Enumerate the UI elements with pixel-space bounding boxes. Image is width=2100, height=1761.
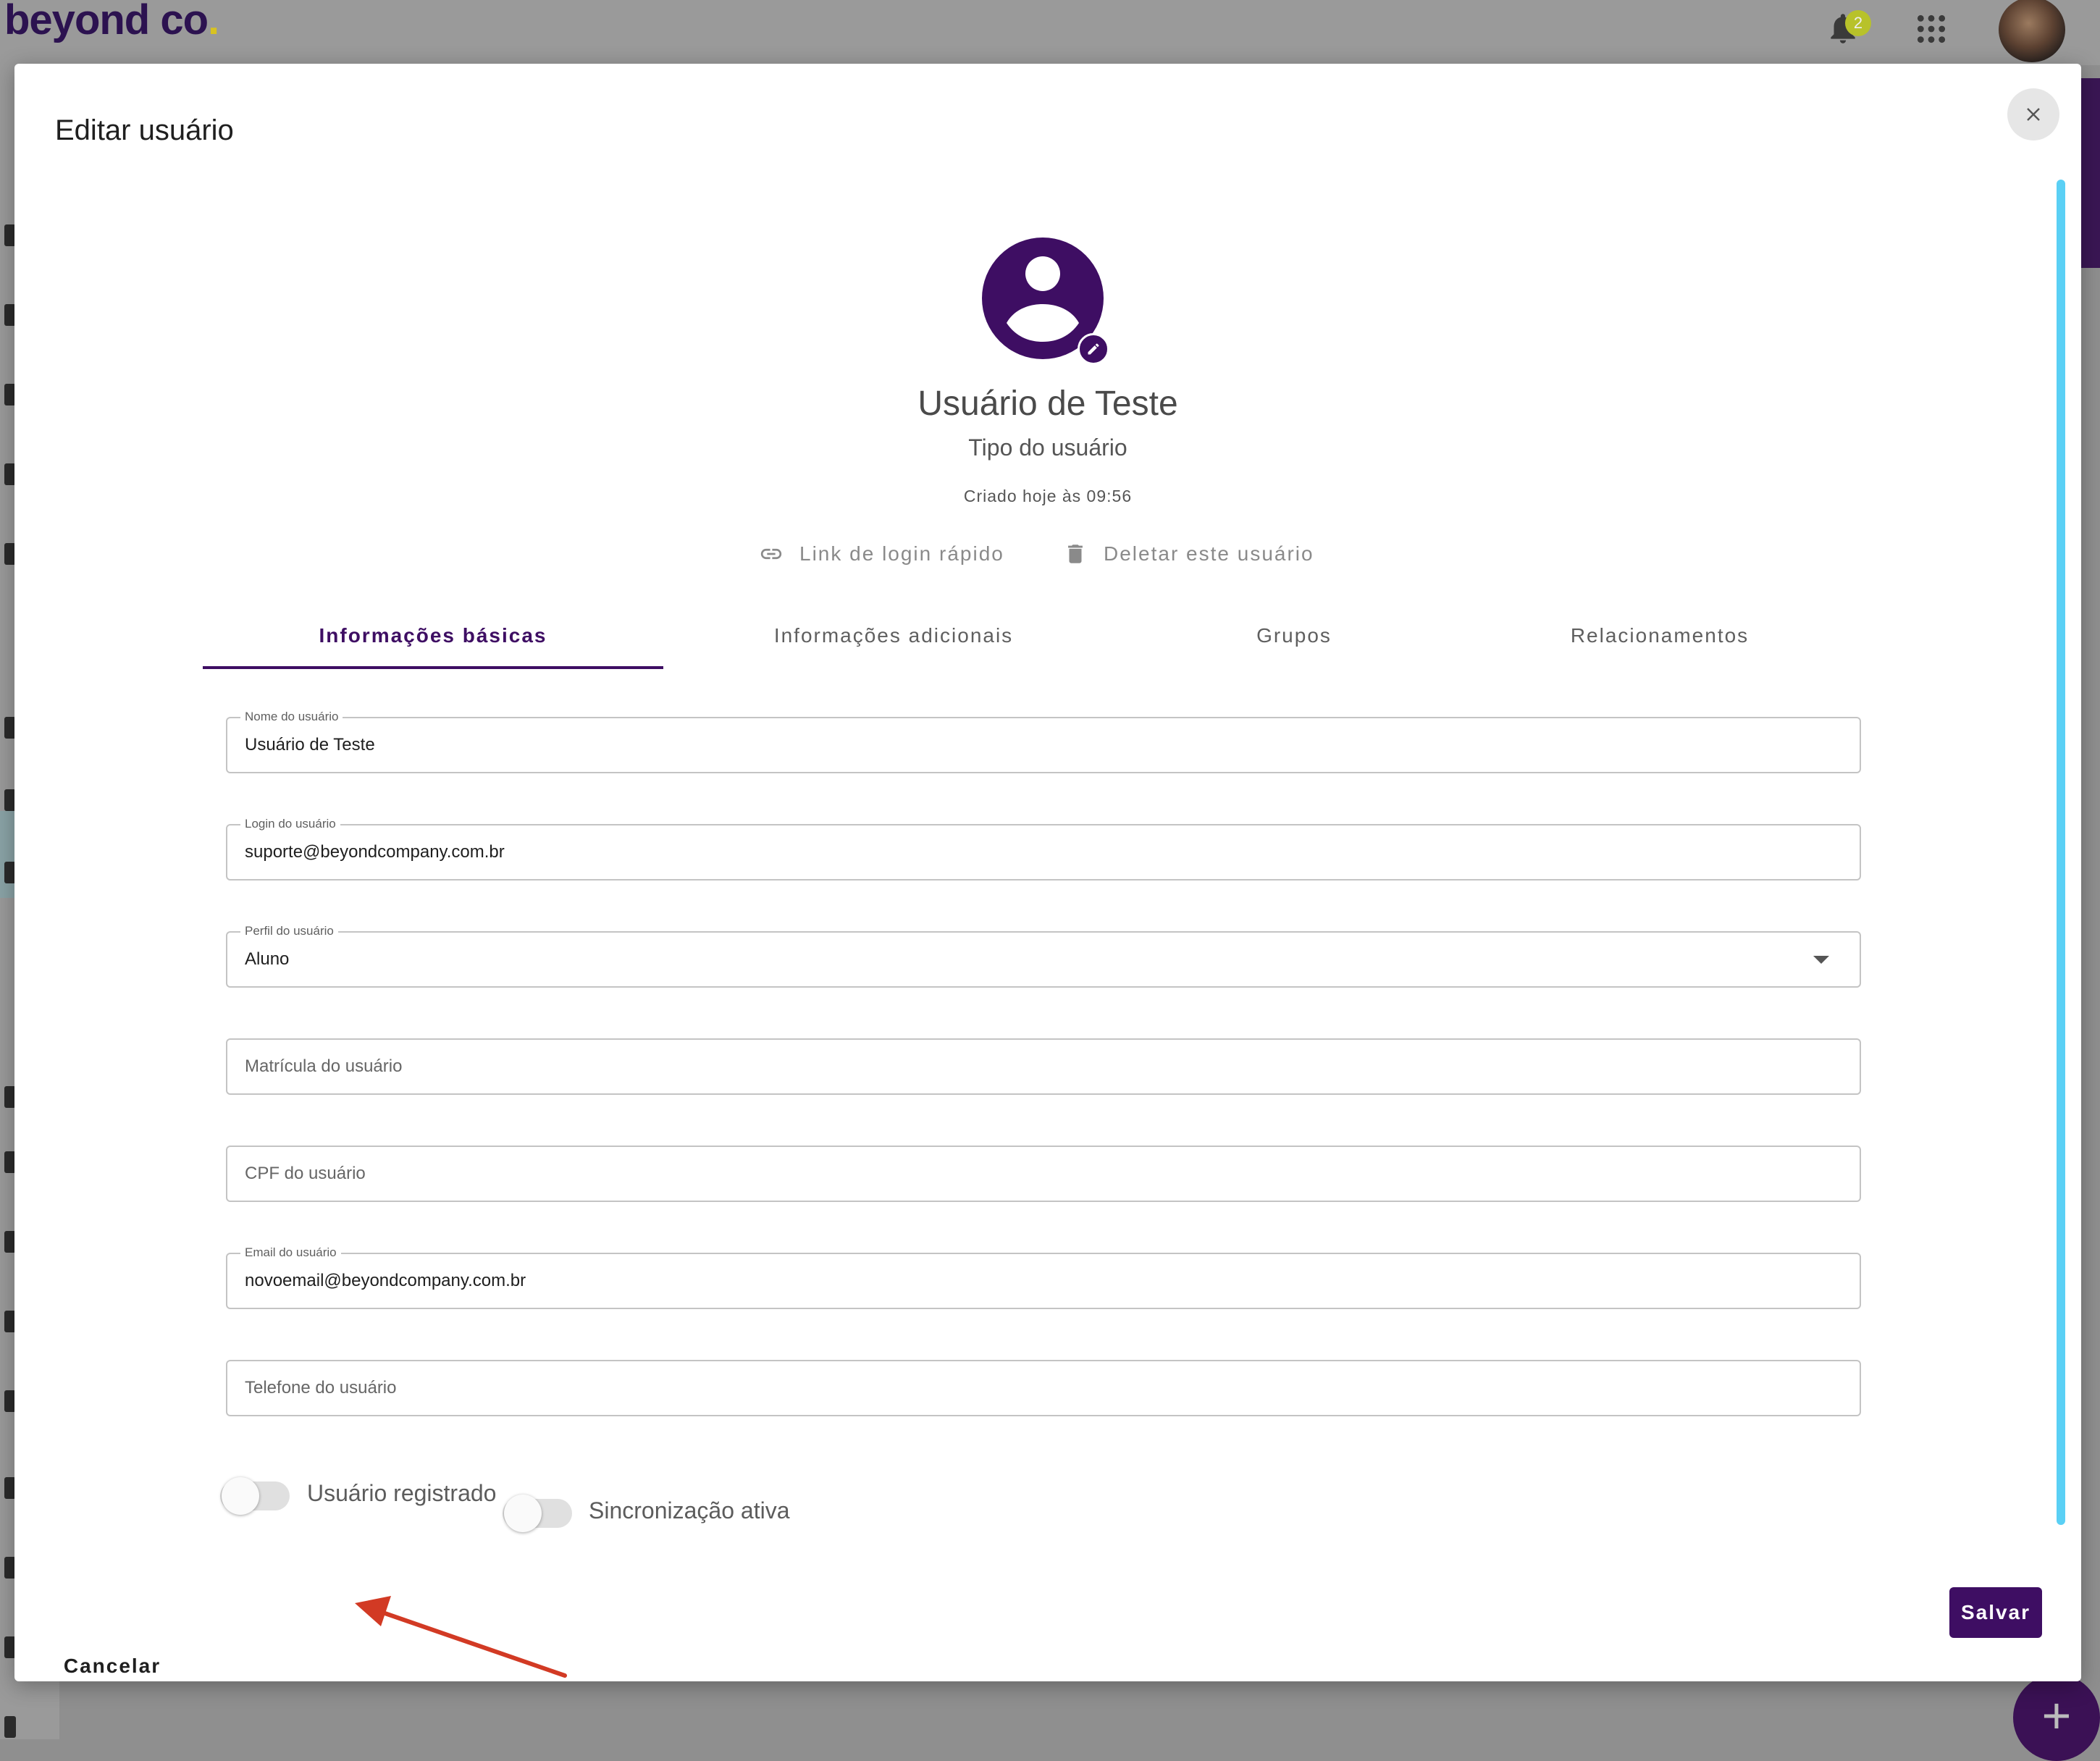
background-side-panel: [2081, 78, 2100, 268]
cancel-button[interactable]: Cancelar: [58, 1641, 167, 1691]
dialog-scrollbar[interactable]: [2057, 180, 2065, 1525]
user-phone-field[interactable]: Telefone do usuário: [226, 1360, 1861, 1416]
account-avatar[interactable]: [1999, 0, 2065, 62]
side-nav-selected-indicator: [0, 811, 16, 898]
brand-logo[interactable]: beyond co.: [4, 0, 219, 44]
dropdown-arrow-icon: [1813, 956, 1829, 964]
registered-user-toggle[interactable]: [220, 1476, 290, 1516]
toggle-thumb: [504, 1495, 542, 1532]
close-dialog-button[interactable]: [2007, 88, 2059, 140]
user-registration-placeholder: Matrícula do usuário: [245, 1056, 403, 1076]
user-profile-value: Aluno: [245, 949, 290, 969]
user-name-value: Usuário de Teste: [245, 735, 375, 755]
dialog-title: Editar usuário: [55, 114, 234, 146]
link-icon: [760, 548, 782, 560]
user-tabs: Informações básicas Informações adiciona…: [203, 600, 1890, 672]
toggle-thumb: [222, 1477, 259, 1515]
nav-headset-icon[interactable]: [4, 1716, 16, 1738]
quick-login-link-button[interactable]: Link de login rápido: [759, 536, 1004, 572]
top-app-bar: beyond co. 2: [0, 0, 2100, 65]
user-login-value: suporte@beyondcompany.com.br: [245, 842, 505, 862]
user-email-value: novoemail@beyondcompany.com.br: [245, 1271, 526, 1290]
tab-groups[interactable]: Grupos: [1124, 600, 1464, 669]
delete-user-button[interactable]: Deletar este usuário: [1063, 536, 1314, 572]
registered-user-label: Usuário registrado: [307, 1480, 497, 1506]
user-profile-select[interactable]: Perfil do usuário Aluno: [226, 923, 1861, 988]
user-type-label: Tipo do usuário: [968, 434, 1127, 461]
active-tab-indicator: [203, 666, 663, 669]
user-email-field[interactable]: Email do usuário novoemail@beyondcompany…: [226, 1245, 1861, 1309]
user-phone-placeholder: Telefone do usuário: [245, 1378, 397, 1398]
tab-additional-info[interactable]: Informações adicionais: [663, 600, 1124, 669]
pencil-icon: [1088, 343, 1099, 355]
delete-user-label: Deletar este usuário: [1104, 542, 1314, 565]
user-cpf-field[interactable]: CPF do usuário: [226, 1146, 1861, 1202]
save-button[interactable]: Salvar: [1949, 1587, 2042, 1638]
created-timestamp: Criado hoje às 09:56: [963, 487, 1133, 505]
user-cpf-placeholder: CPF do usuário: [245, 1164, 366, 1183]
user-name-field[interactable]: Nome do usuário Usuário de Teste: [226, 709, 1861, 773]
quick-login-label: Link de login rápido: [799, 542, 1004, 565]
edit-avatar-button[interactable]: [1078, 333, 1109, 365]
annotation-arrow-icon: [355, 1596, 567, 1678]
tab-basic-info[interactable]: Informações básicas: [203, 600, 663, 669]
brand-text: beyond co: [4, 0, 209, 43]
edit-user-dialog: Editar usuário Usuário de Teste Tipo do …: [14, 64, 2081, 1681]
sync-active-label: Sincronização ativa: [589, 1497, 790, 1523]
trash-icon: [1068, 545, 1083, 563]
user-display-name: Usuário de Teste: [917, 384, 1178, 423]
close-icon: [2027, 108, 2040, 121]
notification-count-badge: 2: [1845, 10, 1871, 36]
sync-active-toggle[interactable]: [503, 1493, 572, 1534]
user-registration-field[interactable]: Matrícula do usuário: [226, 1038, 1861, 1095]
brand-dot: .: [208, 0, 219, 43]
apps-grid-icon[interactable]: [1915, 13, 1947, 45]
user-login-field[interactable]: Login do usuário suporte@beyondcompany.c…: [226, 816, 1861, 880]
tab-relationships[interactable]: Relacionamentos: [1464, 600, 1855, 669]
add-fab-button[interactable]: +: [2013, 1674, 2100, 1761]
